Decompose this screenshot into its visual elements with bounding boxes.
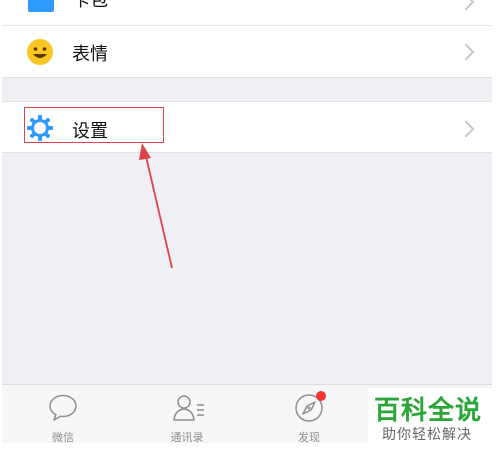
tab-label: 通讯录 [170,431,204,443]
notification-badge [316,391,326,401]
tab-chats[interactable]: 微信 [18,385,108,443]
tab-label: 发现 [298,431,320,443]
watermark-subtitle: 助你轻松解决 [382,427,472,443]
contacts-icon [173,395,204,421]
pointer-arrow-icon [139,143,173,269]
watermark-title: 百科全说 [374,396,483,426]
tab-label: 微信 [52,431,74,443]
chat-bubble-icon [49,394,77,421]
tab-discover[interactable]: 发现 [264,385,354,443]
tab-contacts[interactable]: 通讯录 [142,385,232,443]
wechat-me-screen: 卡包 表情 设置 微信 通讯录 发现 [2,0,492,443]
watermark-logo: 百科全说 助你轻松解决 [368,388,494,446]
